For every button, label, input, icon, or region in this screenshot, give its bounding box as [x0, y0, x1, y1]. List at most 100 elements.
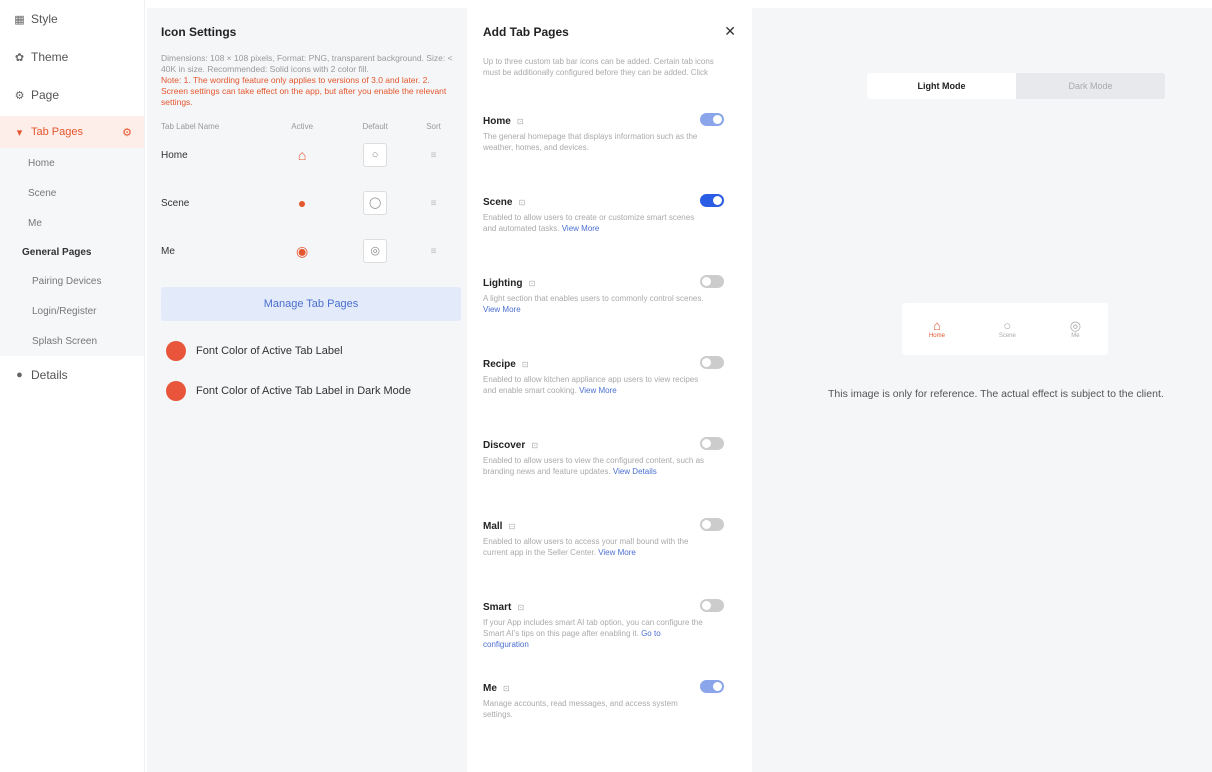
tab-page-link[interactable]: View More [579, 386, 617, 395]
style-icon: ▦ [14, 13, 25, 26]
tab-page-desc: Enabled to allow users to view the confi… [483, 455, 708, 477]
add-tab-pages-desc: Up to three custom tab bar icons can be … [483, 57, 714, 77]
toggle-knob [702, 358, 711, 367]
nav-login-register-label: Login/Register [32, 305, 97, 317]
active-label-dark-color-swatch[interactable] [166, 381, 186, 401]
tab-page-name: Recipe [483, 359, 516, 370]
help-icon[interactable]: ⊡ [531, 441, 538, 450]
nav-page[interactable]: ⚙ Page [0, 76, 144, 114]
tab-page-desc: Enabled to allow kitchen appliance app u… [483, 374, 708, 396]
tab-page-name: Lighting [483, 278, 523, 289]
me-default-icon[interactable]: ◎ [363, 239, 388, 263]
active-label-color-label: Font Color of Active Tab Label [196, 345, 343, 357]
row-name: Me [161, 245, 175, 257]
tab-page-item: Mall ⊡ Enabled to allow users to access yo… [483, 518, 736, 602]
nav-splash-screen-label: Splash Screen [32, 335, 98, 347]
help-icon[interactable]: ⊡ [503, 684, 510, 693]
drag-handle-icon[interactable]: ≡ [431, 246, 437, 257]
tab-page-item: Smart ⊡ If your App includes smart AI tab … [483, 599, 736, 683]
table-row: Home ⌂ ○ ≡ [161, 131, 453, 179]
help-icon[interactable]: ⊡ [528, 279, 535, 288]
toggle-knob [702, 520, 711, 529]
help-icon[interactable]: ⊡ [522, 360, 529, 369]
home-icon: ⌂ [933, 318, 941, 333]
tab-page-toggle[interactable] [700, 437, 724, 450]
toggle-knob [713, 682, 722, 691]
help-icon[interactable]: ⊡ [508, 522, 515, 531]
tab-page-desc: A light section that enables users to co… [483, 293, 708, 315]
light-mode-tab[interactable]: Light Mode [867, 73, 1016, 99]
tab-page-toggle[interactable] [700, 113, 724, 126]
nav-style[interactable]: ▦ Style [0, 0, 144, 38]
dark-mode-tab[interactable]: Dark Mode [1016, 73, 1165, 99]
preview-tab-home-label: Home [928, 333, 945, 339]
me-active-icon[interactable]: ◉ [296, 243, 308, 259]
tab-page-toggle[interactable] [700, 599, 724, 612]
nav-tab-pages-label: Tab Pages [31, 126, 83, 138]
active-label-color-row: Font Color of Active Tab Label [161, 341, 453, 361]
tab-page-name: Me [483, 683, 497, 694]
settings-icon[interactable]: ⚙ [122, 126, 132, 139]
tab-page-title: Home ⊡ [483, 116, 736, 127]
tab-page-title: Mall ⊡ [483, 521, 736, 532]
nav-tab-pages[interactable]: ▾ Tab Pages ⚙ [0, 116, 144, 148]
toggle-knob [713, 196, 722, 205]
icon-table-header: Tab Label Name Active Default Sort [161, 122, 453, 131]
icon-settings-desc: Dimensions: 108 × 108 pixels, Format: PN… [161, 53, 453, 74]
tab-page-toggle[interactable] [700, 194, 724, 207]
help-icon[interactable]: ⊡ [518, 198, 525, 207]
table-row: Scene ● ◯ ≡ [161, 179, 453, 227]
scene-icon: ○ [1003, 318, 1012, 333]
tab-page-link[interactable]: View Details [613, 467, 657, 476]
tab-page-link[interactable]: View More [483, 305, 521, 314]
tab-page-toggle[interactable] [700, 680, 724, 693]
active-label-color-swatch[interactable] [166, 341, 186, 361]
close-icon[interactable]: ✕ [724, 23, 736, 40]
tab-page-desc-text: If your App includes smart AI tab option… [483, 618, 703, 638]
scene-default-icon[interactable]: ◯ [363, 191, 388, 215]
nav-tab-scene[interactable]: Scene [0, 178, 144, 208]
tab-page-name: Discover [483, 440, 526, 451]
tab-page-toggle[interactable] [700, 518, 724, 531]
preview-tab-bar: ⌂ Home ○ Scene ◎ Me [902, 303, 1108, 355]
nav-pairing-devices[interactable]: Pairing Devices [0, 266, 144, 296]
help-icon[interactable]: ⊡ [517, 603, 524, 612]
nav-tab-home[interactable]: Home [0, 148, 144, 178]
drag-handle-icon[interactable]: ≡ [431, 198, 437, 209]
mode-switch: Light Mode Dark Mode [867, 73, 1165, 99]
nav-page-label: Page [31, 88, 60, 102]
add-tab-pages-title: Add Tab Pages [483, 24, 569, 39]
tab-page-name: Scene [483, 197, 513, 208]
table-row: Me ◉ ◎ ≡ [161, 227, 453, 275]
home-default-icon[interactable]: ○ [363, 143, 388, 167]
preview-tab-me-label: Me [1071, 333, 1080, 339]
theme-icon: ✿ [14, 51, 25, 64]
tab-page-link[interactable]: View More [598, 548, 636, 557]
chevron-down-icon: ▾ [16, 126, 23, 139]
tab-page-toggle[interactable] [700, 356, 724, 369]
reference-note: This image is only for reference. The ac… [828, 388, 1164, 400]
tab-page-title: Me ⊡ [483, 683, 736, 694]
tab-page-link[interactable]: View More [562, 224, 600, 233]
tab-page-desc: Enabled to allow users to create or cust… [483, 212, 708, 234]
nav-tab-home-label: Home [28, 157, 55, 169]
nav-theme[interactable]: ✿ Theme [0, 38, 144, 76]
help-icon[interactable]: ⊡ [517, 117, 524, 126]
manage-tab-pages-button[interactable]: Manage Tab Pages [161, 287, 461, 321]
home-active-icon[interactable]: ⌂ [298, 147, 306, 163]
scene-active-icon[interactable]: ● [298, 195, 306, 211]
nav-details[interactable]: ● Details [0, 356, 144, 394]
nav-tab-me[interactable]: Me [0, 208, 144, 238]
col-default: Default [362, 122, 388, 131]
tab-page-title: Lighting ⊡ [483, 278, 736, 289]
drag-handle-icon[interactable]: ≡ [431, 150, 437, 161]
nav-splash-screen[interactable]: Splash Screen [0, 326, 144, 356]
tab-page-desc: Enabled to allow users to access your ma… [483, 536, 708, 558]
nav-theme-label: Theme [31, 50, 69, 64]
tab-page-desc-text: The general homepage that displays infor… [483, 132, 698, 152]
tab-page-toggle[interactable] [700, 275, 724, 288]
nav-login-register[interactable]: Login/Register [0, 296, 144, 326]
tab-pages-list: Home ⊡ The general homepage that displays … [483, 113, 736, 764]
toggle-knob [702, 439, 711, 448]
col-sort: Sort [426, 122, 441, 131]
